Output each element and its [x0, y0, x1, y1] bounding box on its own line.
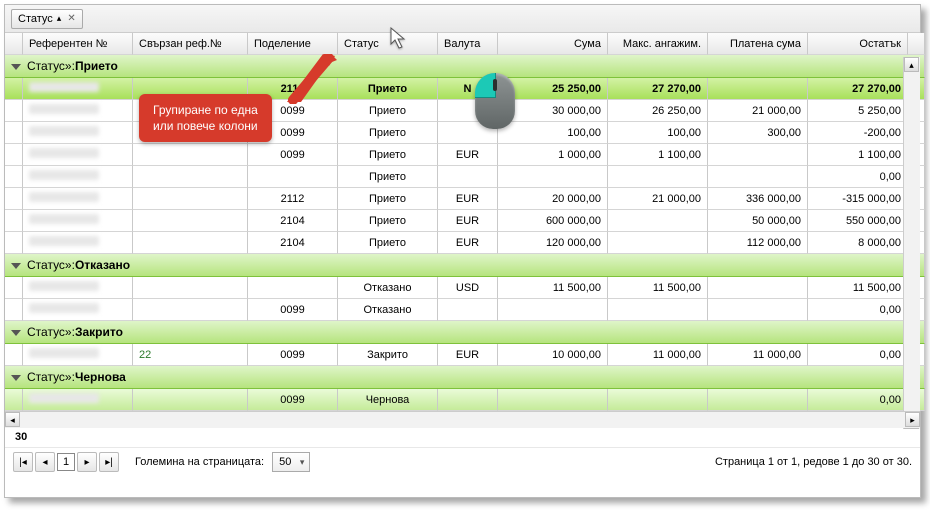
column-max[interactable]: Макс. ангажим.	[608, 33, 708, 55]
grouping-tooltip: Групиране по една или повече колони	[139, 94, 272, 142]
column-currency[interactable]: Валута	[438, 33, 498, 55]
group-header-row[interactable]: Статус»:Закрито	[5, 321, 925, 344]
column-paid[interactable]: Платена сума	[708, 33, 808, 55]
page-prev-button[interactable]: ◂	[35, 452, 55, 472]
column-status[interactable]: Статус	[338, 33, 438, 55]
page-number[interactable]: 1	[57, 453, 75, 471]
scroll-up-icon[interactable]: ▴	[904, 57, 919, 72]
chevron-down-icon	[11, 64, 21, 70]
horizontal-scrollbar[interactable]: ◂ ▸	[5, 411, 920, 428]
column-expand[interactable]	[5, 33, 23, 55]
page-size-select[interactable]: 50	[272, 452, 310, 472]
header-row: Референтен № Свързан реф.№ Поделение Ста…	[5, 33, 925, 55]
redacted-ref	[29, 126, 99, 136]
redacted-ref	[29, 393, 99, 403]
page-size-label: Големина на страницата:	[135, 456, 264, 468]
column-rest[interactable]: Остатък	[808, 33, 908, 55]
redacted-ref	[29, 281, 99, 291]
tooltip-line2: или повече колони	[153, 118, 258, 134]
vertical-scrollbar[interactable]: ▴ ▾	[903, 57, 920, 429]
sort-asc-icon: ▴	[57, 13, 62, 24]
redacted-ref	[29, 214, 99, 224]
chevron-down-icon	[11, 375, 21, 381]
tooltip-pointer-icon	[287, 54, 337, 104]
group-tag-status[interactable]: Статус ▴ ✕	[11, 9, 83, 29]
grouping-bar[interactable]: Статус ▴ ✕	[5, 5, 920, 33]
column-rref[interactable]: Свързан реф.№	[133, 33, 248, 55]
redacted-ref	[29, 236, 99, 246]
page-last-button[interactable]: ▸|	[99, 452, 119, 472]
redacted-ref	[29, 303, 99, 313]
redacted-ref	[29, 104, 99, 114]
total-count: 30	[5, 428, 920, 448]
group-header-row[interactable]: Статус»:Отказано	[5, 254, 925, 277]
column-ref[interactable]: Референтен №	[23, 33, 133, 55]
close-icon[interactable]: ✕	[67, 13, 75, 24]
table-row[interactable]: 0099ПриетоEUR1 000,001 100,001 100,00	[5, 144, 925, 166]
page-next-button[interactable]: ▸	[77, 452, 97, 472]
group-header-row[interactable]: Статус»:Прието	[5, 55, 925, 78]
redacted-ref	[29, 148, 99, 158]
table-row[interactable]: 2104ПриетоEUR600 000,0050 000,00550 000,…	[5, 210, 925, 232]
chevron-down-icon	[11, 263, 21, 269]
chevron-down-icon	[11, 330, 21, 336]
data-grid: Референтен № Свързан реф.№ Поделение Ста…	[5, 33, 920, 411]
table-row[interactable]: 2112ПриетоEUR20 000,0021 000,00336 000,0…	[5, 188, 925, 210]
pager-bar: |◂ ◂ 1 ▸ ▸| Големина на страницата: 50 С…	[5, 448, 920, 476]
table-row[interactable]: 0099Чернова0,00	[5, 389, 925, 411]
tooltip-line1: Групиране по една	[153, 102, 258, 118]
page-first-button[interactable]: |◂	[13, 452, 33, 472]
group-header-row[interactable]: Статус»:Чернова	[5, 366, 925, 389]
column-sum[interactable]: Сума	[498, 33, 608, 55]
table-row[interactable]: Прието0,00	[5, 166, 925, 188]
group-tag-label: Статус	[18, 13, 53, 25]
scroll-left-icon[interactable]: ◂	[5, 412, 20, 427]
redacted-ref	[29, 82, 99, 92]
column-filler	[908, 33, 925, 55]
scroll-right-icon[interactable]: ▸	[905, 412, 920, 427]
table-row[interactable]: 220099ЗакритоEUR10 000,0011 000,0011 000…	[5, 344, 925, 366]
table-row[interactable]: 0099Отказано0,00	[5, 299, 925, 321]
redacted-ref	[29, 170, 99, 180]
column-pod[interactable]: Поделение	[248, 33, 338, 55]
pager-info: Страница 1 от 1, редове 1 до 30 от 30.	[715, 456, 912, 468]
redacted-ref	[29, 192, 99, 202]
table-row[interactable]: 2104ПриетоEUR120 000,00112 000,008 000,0…	[5, 232, 925, 254]
table-row[interactable]: ОтказаноUSD11 500,0011 500,0011 500,00	[5, 277, 925, 299]
redacted-ref	[29, 348, 99, 358]
